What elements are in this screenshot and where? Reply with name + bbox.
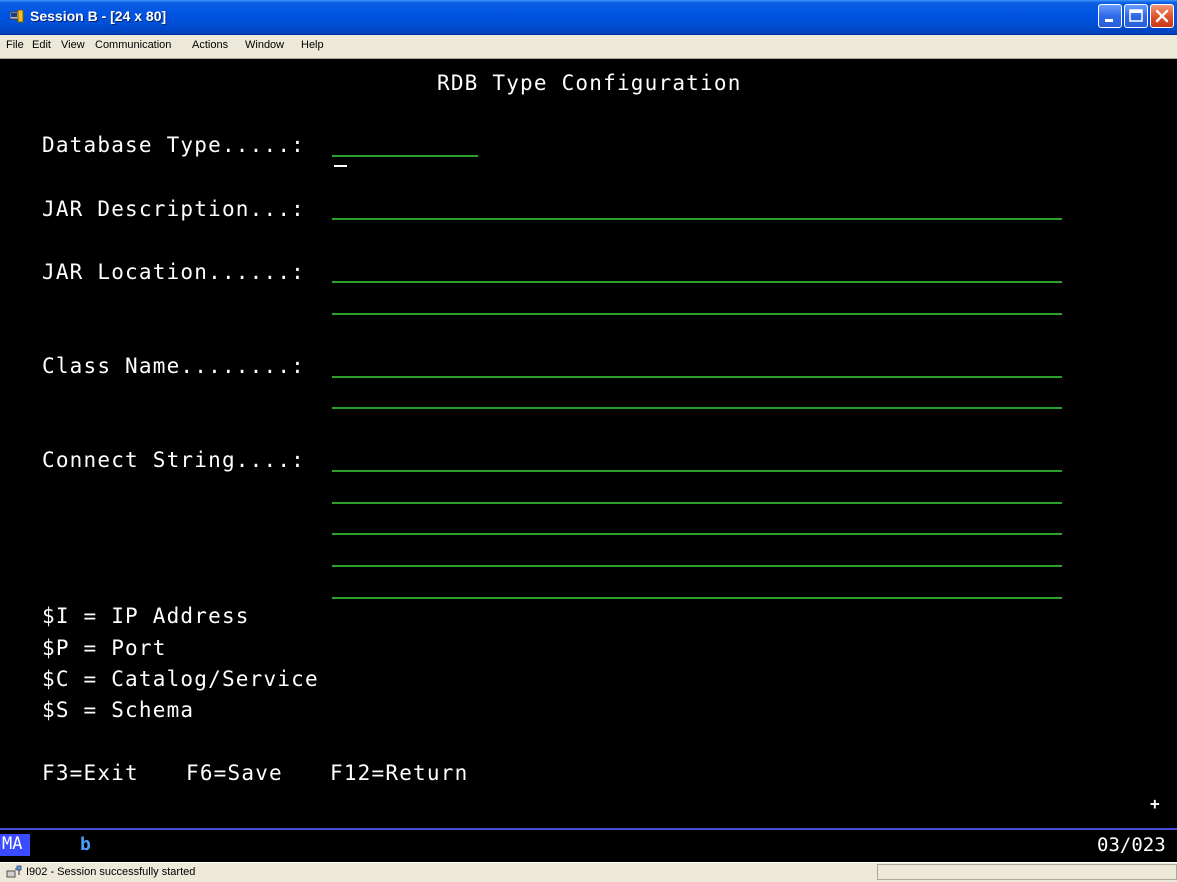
- jar-location-field-line-1[interactable]: [332, 281, 1062, 283]
- maximize-button[interactable]: [1124, 4, 1148, 28]
- menu-edit[interactable]: Edit: [32, 39, 51, 51]
- screen-title: RDB Type Configuration: [437, 71, 742, 95]
- jar-description-label: JAR Description...:: [42, 197, 306, 221]
- legend-port: $P = Port: [42, 636, 167, 660]
- database-type-field[interactable]: [332, 155, 478, 157]
- oia-status-indicator: b: [80, 834, 91, 855]
- fkey-return[interactable]: F12=Return: [330, 761, 468, 785]
- cursor-position: 03/023: [1097, 834, 1166, 856]
- connect-string-field-line-4[interactable]: [332, 565, 1062, 567]
- connect-string-label: Connect String....:: [42, 448, 306, 472]
- close-icon: [1155, 9, 1169, 23]
- session-icon: [10, 10, 24, 23]
- connect-string-field-line-2[interactable]: [332, 502, 1062, 504]
- minimize-button[interactable]: [1098, 4, 1122, 28]
- fkey-exit[interactable]: F3=Exit: [42, 761, 139, 785]
- window-title: Session B - [24 x 80]: [30, 8, 167, 24]
- fkey-save[interactable]: F6=Save: [186, 761, 283, 785]
- class-name-field-line-1[interactable]: [332, 376, 1062, 378]
- menu-actions[interactable]: Actions: [192, 39, 228, 51]
- jar-location-label: JAR Location......:: [42, 260, 306, 284]
- window-titlebar[interactable]: Session B - [24 x 80]: [0, 0, 1177, 35]
- close-button[interactable]: [1150, 4, 1174, 28]
- text-cursor: [334, 165, 347, 167]
- terminal-screen[interactable]: RDB Type Configuration Database Type....…: [0, 59, 1177, 827]
- more-indicator: +: [1150, 794, 1160, 813]
- menu-communication[interactable]: Communication: [95, 39, 171, 51]
- connect-string-field-line-3[interactable]: [332, 533, 1062, 535]
- menu-window[interactable]: Window: [245, 39, 284, 51]
- menu-file[interactable]: File: [6, 39, 24, 51]
- jar-description-field[interactable]: [332, 218, 1062, 220]
- minimize-icon: [1105, 19, 1113, 22]
- database-type-label: Database Type.....:: [42, 133, 306, 157]
- class-name-label: Class Name........:: [42, 354, 306, 378]
- legend-ip-address: $I = IP Address: [42, 604, 250, 628]
- oia-mode-indicator: MA: [0, 834, 30, 856]
- menu-help[interactable]: Help: [301, 39, 324, 51]
- legend-schema: $S = Schema: [42, 698, 195, 722]
- operator-info-area: MA b 03/023: [0, 828, 1177, 864]
- legend-catalog-service: $C = Catalog/Service: [42, 667, 319, 691]
- menu-view[interactable]: View: [61, 39, 85, 51]
- connect-string-field-line-1[interactable]: [332, 470, 1062, 472]
- status-bar: I902 - Session successfully started: [0, 862, 1177, 882]
- connect-string-field-line-5[interactable]: [332, 597, 1062, 599]
- connection-icon: [6, 865, 22, 878]
- status-pane: [877, 864, 1177, 880]
- jar-location-field-line-2[interactable]: [332, 313, 1062, 315]
- status-message: I902 - Session successfully started: [26, 866, 196, 878]
- menu-bar: File Edit View Communication Actions Win…: [0, 35, 1177, 59]
- class-name-field-line-2[interactable]: [332, 407, 1062, 409]
- maximize-icon: [1129, 9, 1143, 22]
